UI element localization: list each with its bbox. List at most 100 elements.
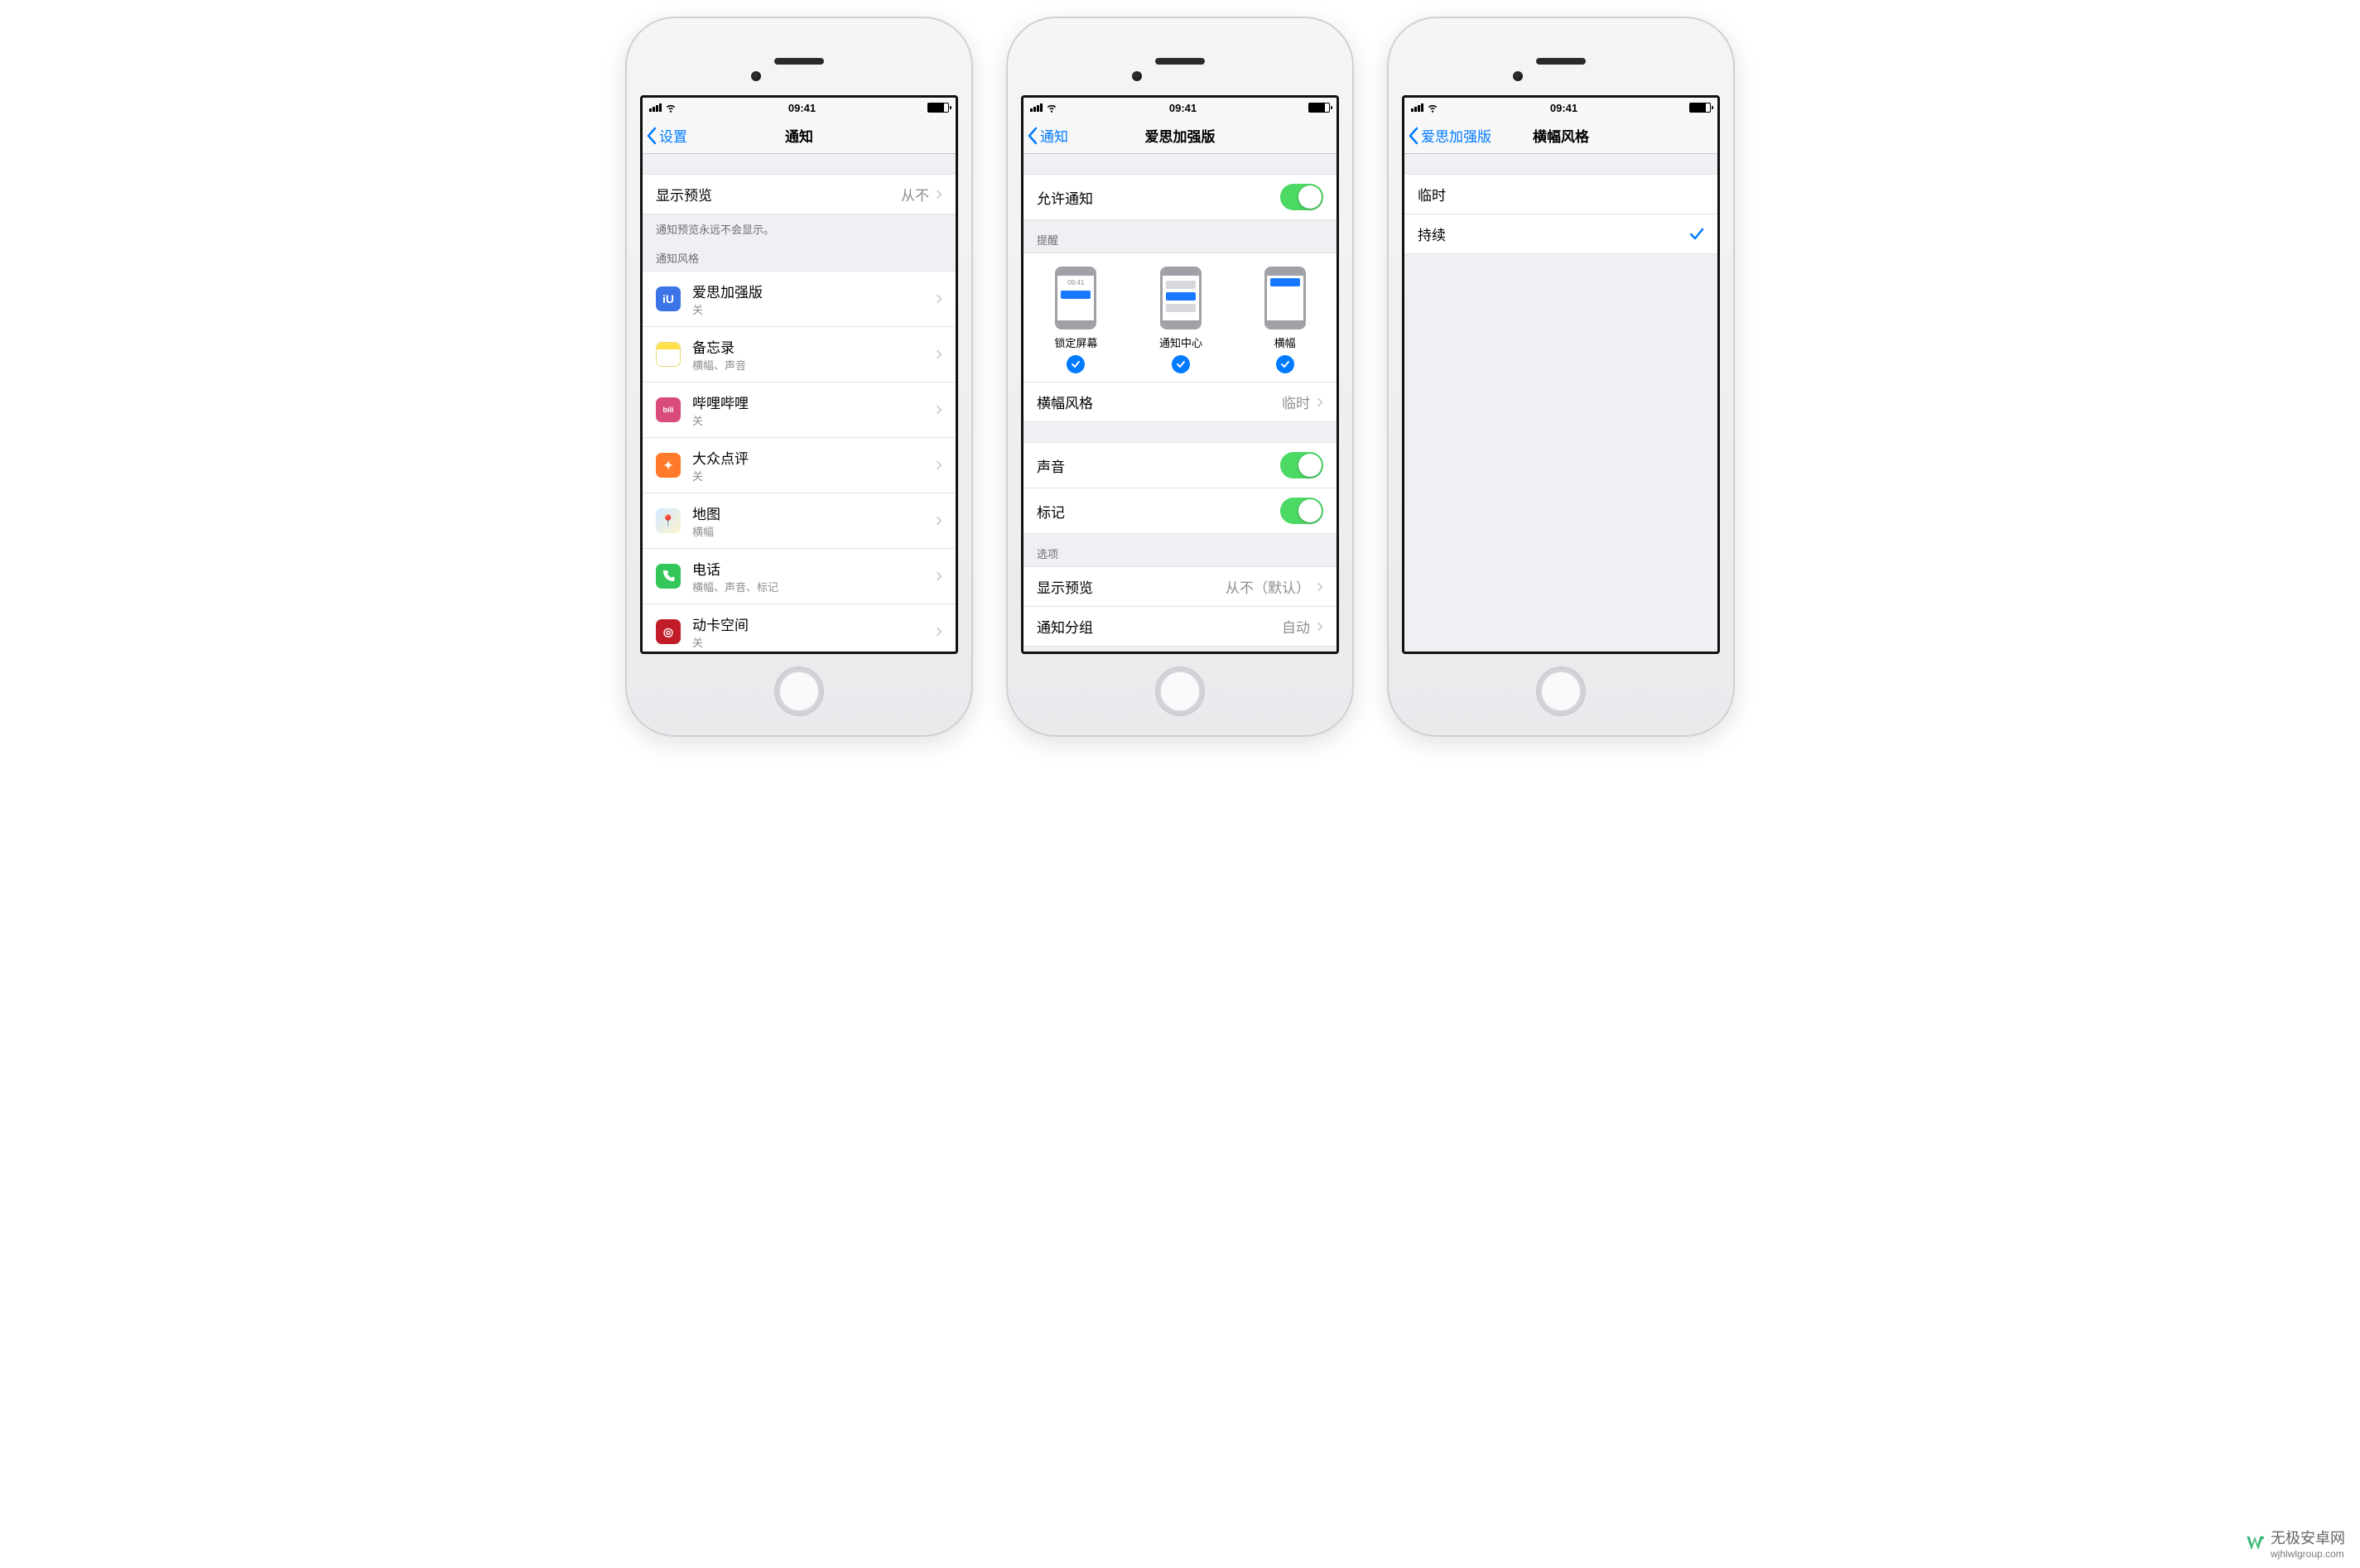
status-bar: 09:41 bbox=[1404, 98, 1717, 118]
app-row[interactable]: ✦ 大众点评 关 bbox=[643, 438, 956, 493]
value: 临时 bbox=[1282, 392, 1310, 412]
label: 允许通知 bbox=[1037, 187, 1093, 208]
app-icon-dianping: ✦ bbox=[656, 453, 681, 478]
app-title: 爱思加强版 bbox=[692, 281, 763, 301]
chevron-left-icon bbox=[1027, 127, 1038, 145]
alert-option-lockscreen[interactable]: 09:41 锁定屏幕 bbox=[1054, 267, 1097, 373]
watermark-title: 无极安卓网 bbox=[2271, 1527, 2345, 1548]
battery-icon bbox=[927, 103, 949, 113]
group-header-options: 选项 bbox=[1023, 534, 1337, 566]
label: 临时 bbox=[1418, 184, 1446, 204]
chevron-right-icon bbox=[1317, 397, 1323, 408]
row-banner-style[interactable]: 横幅风格 临时 bbox=[1023, 382, 1337, 422]
app-icon-dongka: ◎ bbox=[656, 619, 681, 644]
battery-icon bbox=[1689, 103, 1711, 113]
value: 自动 bbox=[1282, 616, 1310, 637]
app-sub: 关 bbox=[692, 412, 749, 428]
status-bar: 09:41 bbox=[643, 98, 956, 118]
switch-sound[interactable] bbox=[1280, 452, 1323, 479]
front-camera bbox=[1132, 71, 1142, 81]
nav-bar: 通知 爱思加强版 bbox=[1023, 118, 1337, 154]
switch-allow[interactable] bbox=[1280, 184, 1323, 210]
app-icon-phone bbox=[656, 564, 681, 589]
app-title: 动卡空间 bbox=[692, 613, 749, 634]
wifi-icon bbox=[1046, 102, 1057, 113]
app-row[interactable]: 备忘录 横幅、声音 bbox=[643, 327, 956, 382]
content[interactable]: 允许通知 提醒 09:41 锁定屏幕 bbox=[1023, 154, 1337, 652]
home-button[interactable] bbox=[775, 667, 823, 715]
status-time: 09:41 bbox=[1550, 102, 1577, 114]
app-row[interactable]: iU 爱思加强版 关 bbox=[643, 271, 956, 327]
page-title: 爱思加强版 bbox=[1023, 125, 1337, 146]
option-persistent[interactable]: 持续 bbox=[1404, 214, 1717, 254]
chevron-right-icon bbox=[936, 349, 942, 360]
checkmark-icon bbox=[1689, 228, 1704, 241]
row-show-previews[interactable]: 显示预览 从不 bbox=[643, 174, 956, 214]
option-temporary[interactable]: 临时 bbox=[1404, 174, 1717, 214]
app-row[interactable]: 电话 横幅、声音、标记 bbox=[643, 549, 956, 604]
row-allow-notifications[interactable]: 允许通知 bbox=[1023, 174, 1337, 220]
nav-bar: 设置 通知 bbox=[643, 118, 956, 154]
label: 横幅风格 bbox=[1037, 392, 1093, 412]
speaker bbox=[774, 58, 824, 65]
app-icon-notes bbox=[656, 342, 681, 367]
center-preview-icon bbox=[1160, 267, 1202, 329]
status-bar: 09:41 bbox=[1023, 98, 1337, 118]
group-header-style: 通知风格 bbox=[643, 238, 956, 271]
app-row[interactable]: 📍 地图 横幅 bbox=[643, 493, 956, 549]
row-grouping[interactable]: 通知分组 自动 bbox=[1023, 607, 1337, 647]
switch-badge[interactable] bbox=[1280, 498, 1323, 524]
lockscreen-preview-icon: 09:41 bbox=[1055, 267, 1096, 329]
value: 从不（默认） bbox=[1226, 576, 1310, 597]
chevron-left-icon bbox=[1408, 127, 1419, 145]
chevron-right-icon bbox=[936, 189, 942, 200]
app-sub: 关 bbox=[692, 468, 749, 483]
home-button[interactable] bbox=[1537, 667, 1585, 715]
back-button[interactable]: 爱思加强版 bbox=[1404, 125, 1491, 146]
app-row[interactable]: ◎ 动卡空间 关 bbox=[643, 604, 956, 652]
speaker bbox=[1155, 58, 1205, 65]
label: 锁定屏幕 bbox=[1054, 334, 1097, 350]
app-title: 电话 bbox=[692, 558, 778, 579]
value: 从不 bbox=[901, 184, 929, 204]
chevron-right-icon bbox=[936, 404, 942, 416]
app-sub: 横幅 bbox=[692, 523, 720, 539]
app-icon-aisi: iU bbox=[656, 286, 681, 311]
label: 显示预览 bbox=[656, 184, 712, 204]
chevron-right-icon bbox=[936, 515, 942, 527]
label: 标记 bbox=[1037, 501, 1065, 522]
content[interactable]: 临时 持续 bbox=[1404, 154, 1717, 652]
screen-banner-style: 09:41 爱思加强版 横幅风格 临时 持续 bbox=[1402, 95, 1720, 654]
back-button[interactable]: 设置 bbox=[643, 125, 687, 146]
home-button[interactable] bbox=[1156, 667, 1204, 715]
app-title: 哔哩哔哩 bbox=[692, 392, 749, 412]
checkmark-icon bbox=[1172, 355, 1190, 373]
screen-notifications-list: 09:41 设置 通知 显示预览 从不 通知预览永远不会显示。 通知风格 bbox=[640, 95, 958, 654]
watermark-logo-icon bbox=[2244, 1532, 2266, 1554]
app-icon-maps: 📍 bbox=[656, 508, 681, 533]
row-sound[interactable]: 声音 bbox=[1023, 442, 1337, 488]
alert-option-center[interactable]: 通知中心 bbox=[1159, 267, 1202, 373]
row-show-preview[interactable]: 显示预览 从不（默认） bbox=[1023, 566, 1337, 607]
row-badge[interactable]: 标记 bbox=[1023, 488, 1337, 534]
nav-bar: 爱思加强版 横幅风格 bbox=[1404, 118, 1717, 154]
phone-3: 09:41 爱思加强版 横幅风格 临时 持续 bbox=[1387, 17, 1735, 737]
chevron-right-icon bbox=[1317, 581, 1323, 593]
status-time: 09:41 bbox=[1169, 102, 1197, 114]
preview-note: 通知预览永远不会显示。 bbox=[643, 214, 956, 238]
signal-icon bbox=[1411, 103, 1423, 112]
app-title: 地图 bbox=[692, 503, 720, 523]
signal-icon bbox=[1030, 103, 1043, 112]
phone-1: 09:41 设置 通知 显示预览 从不 通知预览永远不会显示。 通知风格 bbox=[625, 17, 973, 737]
speaker bbox=[1536, 58, 1586, 65]
content[interactable]: 显示预览 从不 通知预览永远不会显示。 通知风格 iU 爱思加强版 关 bbox=[643, 154, 956, 652]
back-button[interactable]: 通知 bbox=[1023, 125, 1068, 146]
alert-option-banner[interactable]: 横幅 bbox=[1264, 267, 1306, 373]
app-title: 大众点评 bbox=[692, 447, 749, 468]
checkmark-icon bbox=[1067, 355, 1085, 373]
back-label: 通知 bbox=[1040, 125, 1068, 146]
chevron-left-icon bbox=[646, 127, 657, 145]
app-row[interactable]: bili 哔哩哔哩 关 bbox=[643, 382, 956, 438]
label: 声音 bbox=[1037, 455, 1065, 476]
label: 通知分组 bbox=[1037, 616, 1093, 637]
